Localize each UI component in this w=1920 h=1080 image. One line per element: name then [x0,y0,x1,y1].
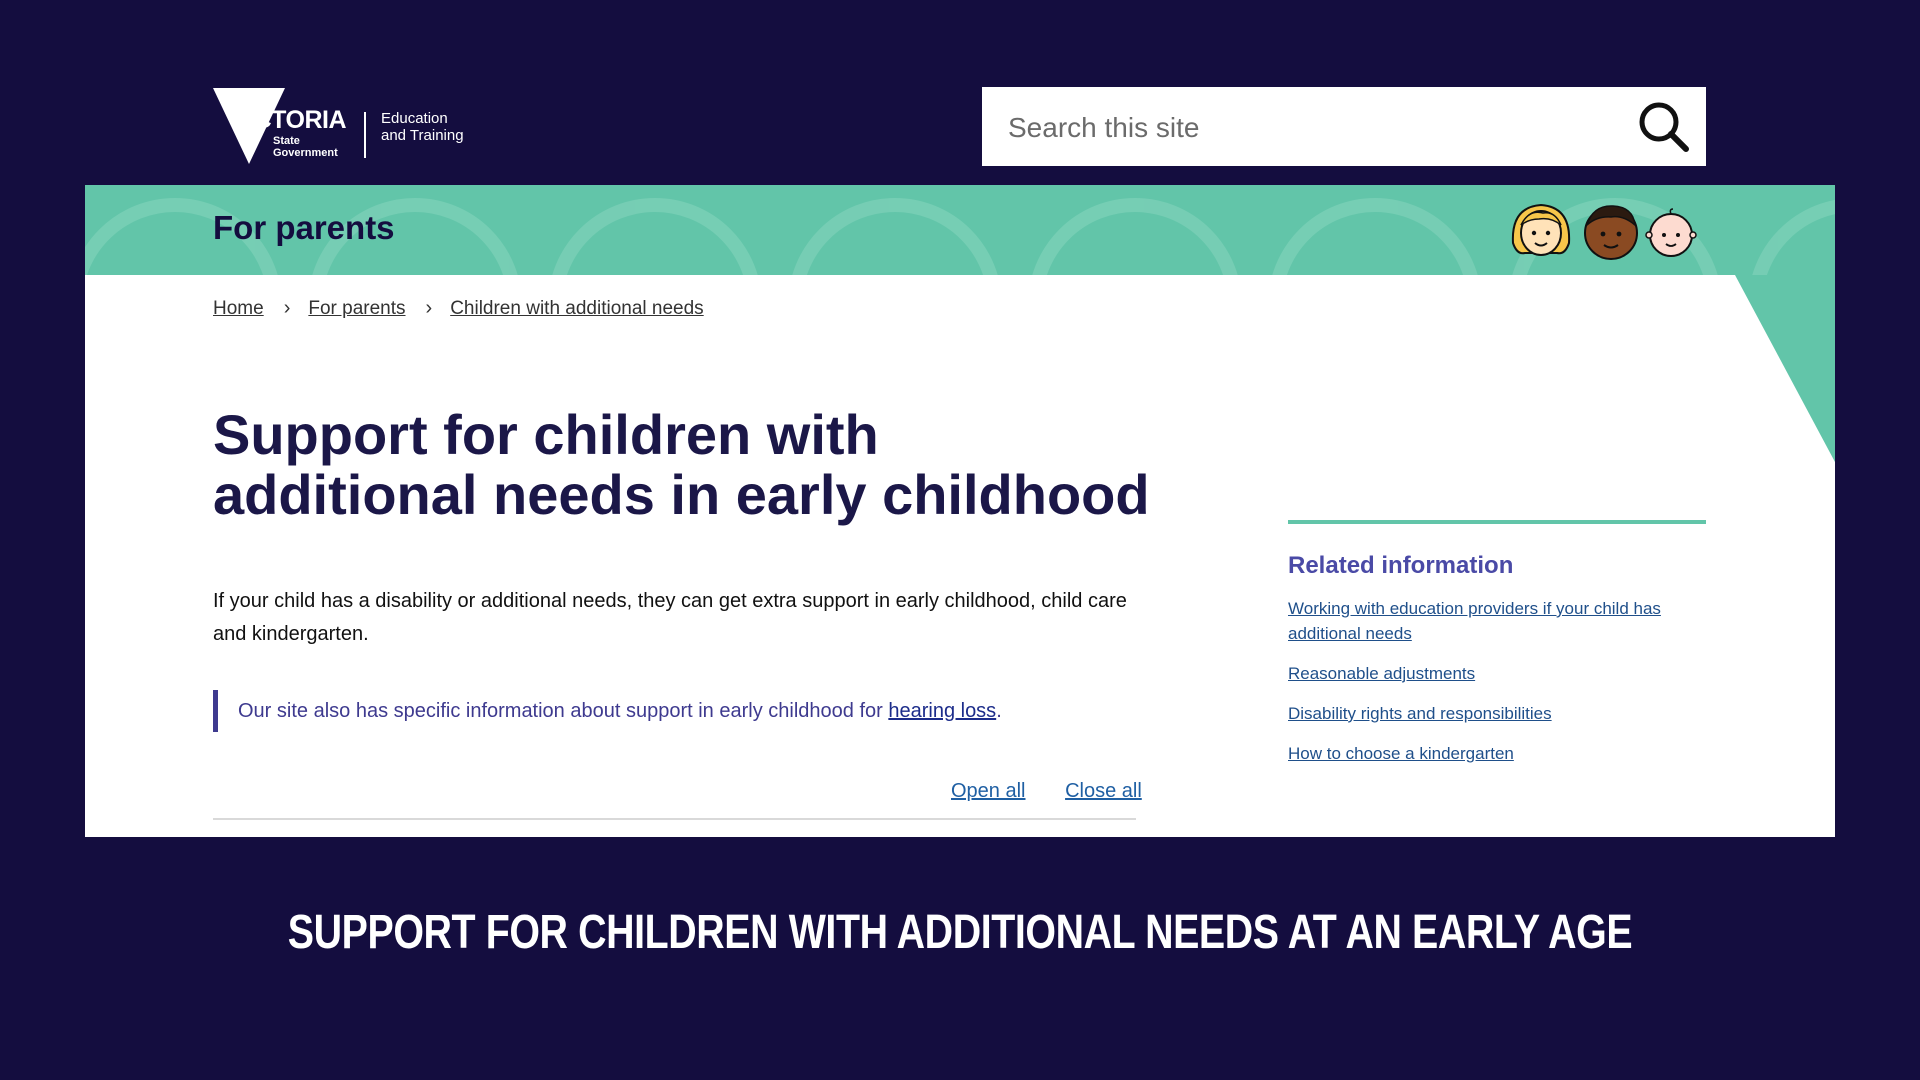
chevron-right-icon: › [425,297,433,319]
boy-face-icon [1584,205,1638,260]
list-item: How to choose a kindergarten [1288,741,1706,766]
hearing-loss-link[interactable]: hearing loss [888,700,996,722]
breadcrumb: Home › For parents › Children with addit… [213,297,704,320]
list-item: Reasonable adjustments [1288,661,1706,686]
breadcrumb-for-parents[interactable]: For parents [308,298,405,320]
decorative-wedge [1735,275,1835,462]
video-caption: SUPPORT FOR CHILDREN WITH ADDITIONAL NEE… [287,906,1633,959]
related-links: Working with education providers if your… [1288,596,1706,766]
related-link-disability-rights[interactable]: Disability rights and responsibilities [1288,704,1552,723]
divider [213,818,1136,820]
victoria-government-logo[interactable]: VICTORIA State Government Education and … [213,88,483,166]
section-title: For parents [213,209,395,246]
logo-divider [364,112,366,158]
list-item: Working with education providers if your… [1288,596,1706,646]
related-link-reasonable-adjustments[interactable]: Reasonable adjustments [1288,664,1475,683]
breadcrumb-children-with-additional-needs[interactable]: Children with additional needs [450,298,704,320]
callout-box: Our site also has specific information a… [213,690,1002,732]
close-all-button[interactable]: Close all [1065,780,1142,802]
related-heading: Related information [1288,552,1514,579]
page-title: Support for children with additional nee… [213,403,1150,526]
open-all-button[interactable]: Open all [951,780,1026,802]
content-panel: Home › For parents › Children with addit… [85,275,1835,837]
related-link-choose-kindergarten[interactable]: How to choose a kindergarten [1288,744,1514,763]
girl-face-icon [1511,203,1571,256]
department-name: Education and Training [381,110,464,144]
search-input[interactable] [1006,87,1610,168]
logo-subtitle: State Government [273,135,338,159]
chevron-right-icon: › [283,297,291,319]
list-item: Disability rights and responsibilities [1288,701,1706,726]
children-illustration [1509,199,1699,266]
related-information: Related information Working with educati… [1288,520,1706,781]
breadcrumb-home[interactable]: Home [213,298,264,320]
callout-text: Our site also has specific information a… [238,700,889,722]
site-search [982,87,1706,168]
intro-paragraph: If your child has a disability or additi… [213,590,1127,645]
accordion-controls: Open all Close all [917,780,1142,803]
callout-suffix: . [996,700,1002,722]
search-icon [1639,102,1689,152]
baby-face-icon [1645,208,1697,257]
search-button[interactable] [1638,101,1690,153]
related-top-border [1288,520,1706,524]
logo-wordmark: VICTORIA [231,106,347,134]
related-link-working-with-providers[interactable]: Working with education providers if your… [1288,599,1661,643]
section-banner: For parents [85,185,1835,275]
